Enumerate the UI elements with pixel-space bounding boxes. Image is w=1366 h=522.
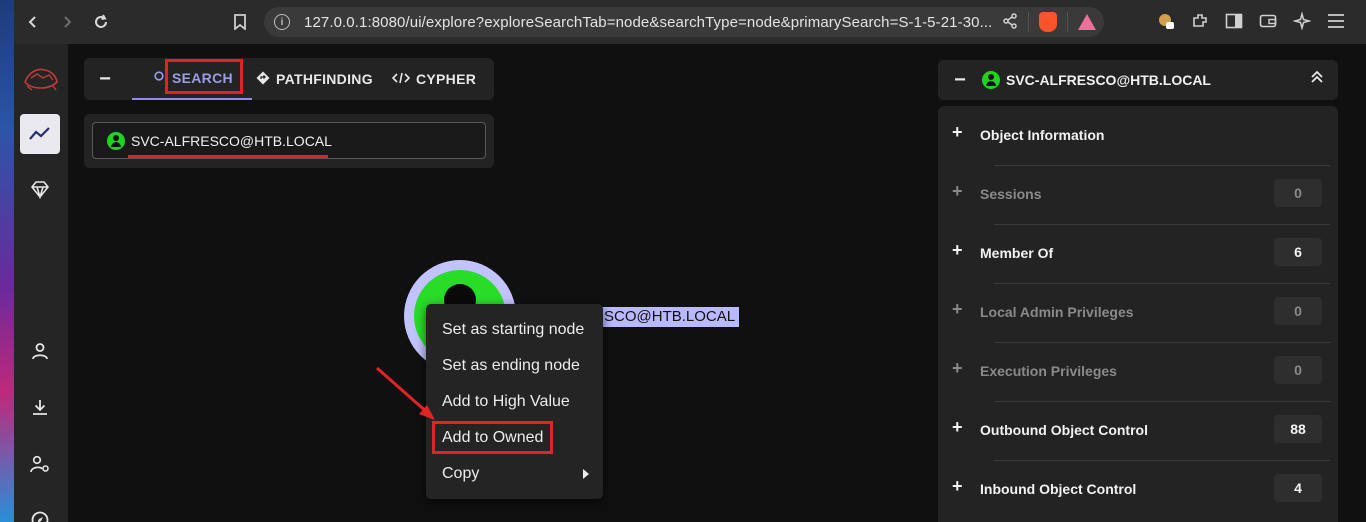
app-sidebar: [14, 44, 68, 522]
reload-icon: [95, 14, 107, 28]
expand-icon: +: [952, 358, 963, 378]
user-cog-icon: [30, 455, 49, 473]
user-node-icon: [982, 71, 1000, 89]
graph-trend-icon: [29, 127, 50, 140]
submenu-arrow-icon: [583, 469, 589, 479]
api-explorer-nav-button[interactable]: [20, 500, 60, 522]
user-node-icon: [107, 131, 125, 150]
menu-icon[interactable]: [1326, 11, 1346, 31]
reload-button[interactable]: [86, 7, 116, 37]
section-inbound-object-control[interactable]: + Inbound Object Control 4: [938, 460, 1338, 519]
section-count: 0: [1274, 179, 1322, 207]
section-execution-privileges[interactable]: + Execution Privileges 0: [938, 342, 1338, 401]
expand-icon: +: [952, 181, 963, 201]
address-bar[interactable]: i 127.0.0.1:8080/ui/explore?exploreSearc…: [264, 7, 1104, 37]
puzzle-icon[interactable]: [1190, 11, 1210, 31]
node-search-input[interactable]: SVC-ALFRESCO@HTB.LOCAL: [92, 122, 486, 159]
expand-icon: +: [952, 299, 963, 319]
browser-toolbar: i 127.0.0.1:8080/ui/explore?exploreSearc…: [14, 0, 1366, 44]
url-actions: [1002, 12, 1096, 32]
graph-node-label[interactable]: SCO@HTB.LOCAL: [602, 307, 740, 327]
tab-pathfinding-label: PATHFINDING: [276, 71, 373, 87]
expand-icon: +: [952, 417, 963, 437]
info-icon[interactable]: i: [274, 14, 290, 30]
code-icon: [391, 72, 411, 87]
compass-icon: [31, 511, 49, 522]
section-sessions[interactable]: + Sessions 0: [938, 165, 1338, 224]
search-tab-highlight-box: [165, 59, 243, 94]
section-label: Object Information: [980, 127, 1105, 143]
search-field-panel: SVC-ALFRESCO@HTB.LOCAL: [84, 114, 494, 168]
explore-nav-button[interactable]: [20, 114, 60, 154]
annotation-arrow-icon: [376, 366, 435, 420]
section-count: 0: [1274, 297, 1322, 325]
expand-icon: +: [952, 122, 963, 142]
section-outbound-object-control[interactable]: + Outbound Object Control 88: [938, 401, 1338, 460]
brave-shields-icon[interactable]: [1039, 12, 1057, 32]
user-icon: [32, 343, 48, 360]
expand-icon: +: [952, 476, 963, 496]
menu-item-copy[interactable]: Copy: [442, 465, 479, 483]
download-icon: [33, 400, 47, 415]
tab-cypher[interactable]: CYPHER: [391, 58, 477, 100]
chevron-right-icon: [64, 16, 72, 28]
collapse-search-button[interactable]: −: [84, 58, 126, 100]
tab-cypher-label: CYPHER: [416, 71, 477, 87]
bloodhound-app: − SEARCH PATHFINDING CYPHER SVC-ALFRESCO…: [14, 44, 1366, 522]
profile-nav-button[interactable]: [20, 331, 60, 371]
section-label: Local Admin Privileges: [980, 304, 1134, 320]
bookmark-icon: [234, 14, 246, 30]
section-label: Sessions: [980, 186, 1042, 202]
entity-panel-body: + Object Information + Sessions 0 + Memb…: [938, 106, 1338, 522]
search-input-value: SVC-ALFRESCO@HTB.LOCAL: [131, 132, 332, 149]
chevron-up-double-icon[interactable]: [1310, 70, 1324, 87]
forward-button[interactable]: [52, 7, 82, 37]
entity-title: SVC-ALFRESCO@HTB.LOCAL: [1006, 72, 1211, 88]
section-label: Member Of: [980, 245, 1054, 261]
gem-icon: [30, 181, 50, 199]
bookmark-button[interactable]: [228, 10, 252, 34]
sidebar-toggle-icon[interactable]: [1224, 11, 1244, 31]
menu-item-set-ending-node[interactable]: Set as ending node: [442, 357, 580, 375]
expand-icon: +: [952, 240, 963, 260]
section-object-information[interactable]: + Object Information: [938, 106, 1338, 165]
route-icon: [256, 71, 270, 88]
menu-item-add-high-value[interactable]: Add to High Value: [442, 393, 570, 411]
search-tabs-panel: − SEARCH PATHFINDING CYPHER: [84, 58, 494, 100]
url-text[interactable]: 127.0.0.1:8080/ui/explore?exploreSearchT…: [304, 14, 994, 31]
entity-panel-header: − SVC-ALFRESCO@HTB.LOCAL: [938, 60, 1338, 100]
divider: [1067, 12, 1068, 32]
section-count: 4: [1274, 474, 1322, 502]
browser-extensions: [1156, 11, 1346, 31]
node-context-menu: Set as starting node Set as ending node …: [426, 304, 603, 499]
administration-nav-button[interactable]: [20, 444, 60, 484]
bloodhound-logo-icon[interactable]: [23, 64, 59, 92]
search-value-underline: [128, 155, 328, 158]
share-icon[interactable]: [1002, 12, 1018, 32]
group-management-nav-button[interactable]: [20, 170, 60, 210]
collapse-entity-button[interactable]: −: [938, 59, 982, 101]
section-label: Inbound Object Control: [980, 481, 1137, 497]
wallet-icon[interactable]: [1258, 11, 1278, 31]
section-member-of[interactable]: + Member Of 6: [938, 224, 1338, 283]
section-label: Execution Privileges: [980, 363, 1117, 379]
chevron-left-icon: [28, 16, 36, 28]
extension-badge-icon[interactable]: [1156, 11, 1176, 31]
section-label: Outbound Object Control: [980, 422, 1148, 438]
desktop-wallpaper-strip: [0, 0, 14, 522]
section-count: 0: [1274, 356, 1322, 384]
back-button[interactable]: [18, 7, 48, 37]
add-to-owned-highlight-box: [432, 421, 553, 454]
leo-ai-icon[interactable]: [1292, 11, 1312, 31]
section-count: 88: [1274, 415, 1322, 443]
menu-item-set-starting-node[interactable]: Set as starting node: [442, 321, 584, 339]
section-count: 6: [1274, 238, 1322, 266]
divider: [1028, 12, 1029, 32]
section-local-admin-privileges[interactable]: + Local Admin Privileges 0: [938, 283, 1338, 342]
tab-pathfinding[interactable]: PATHFINDING: [256, 58, 373, 100]
download-nav-button[interactable]: [20, 387, 60, 427]
brave-rewards-icon[interactable]: [1078, 14, 1096, 30]
